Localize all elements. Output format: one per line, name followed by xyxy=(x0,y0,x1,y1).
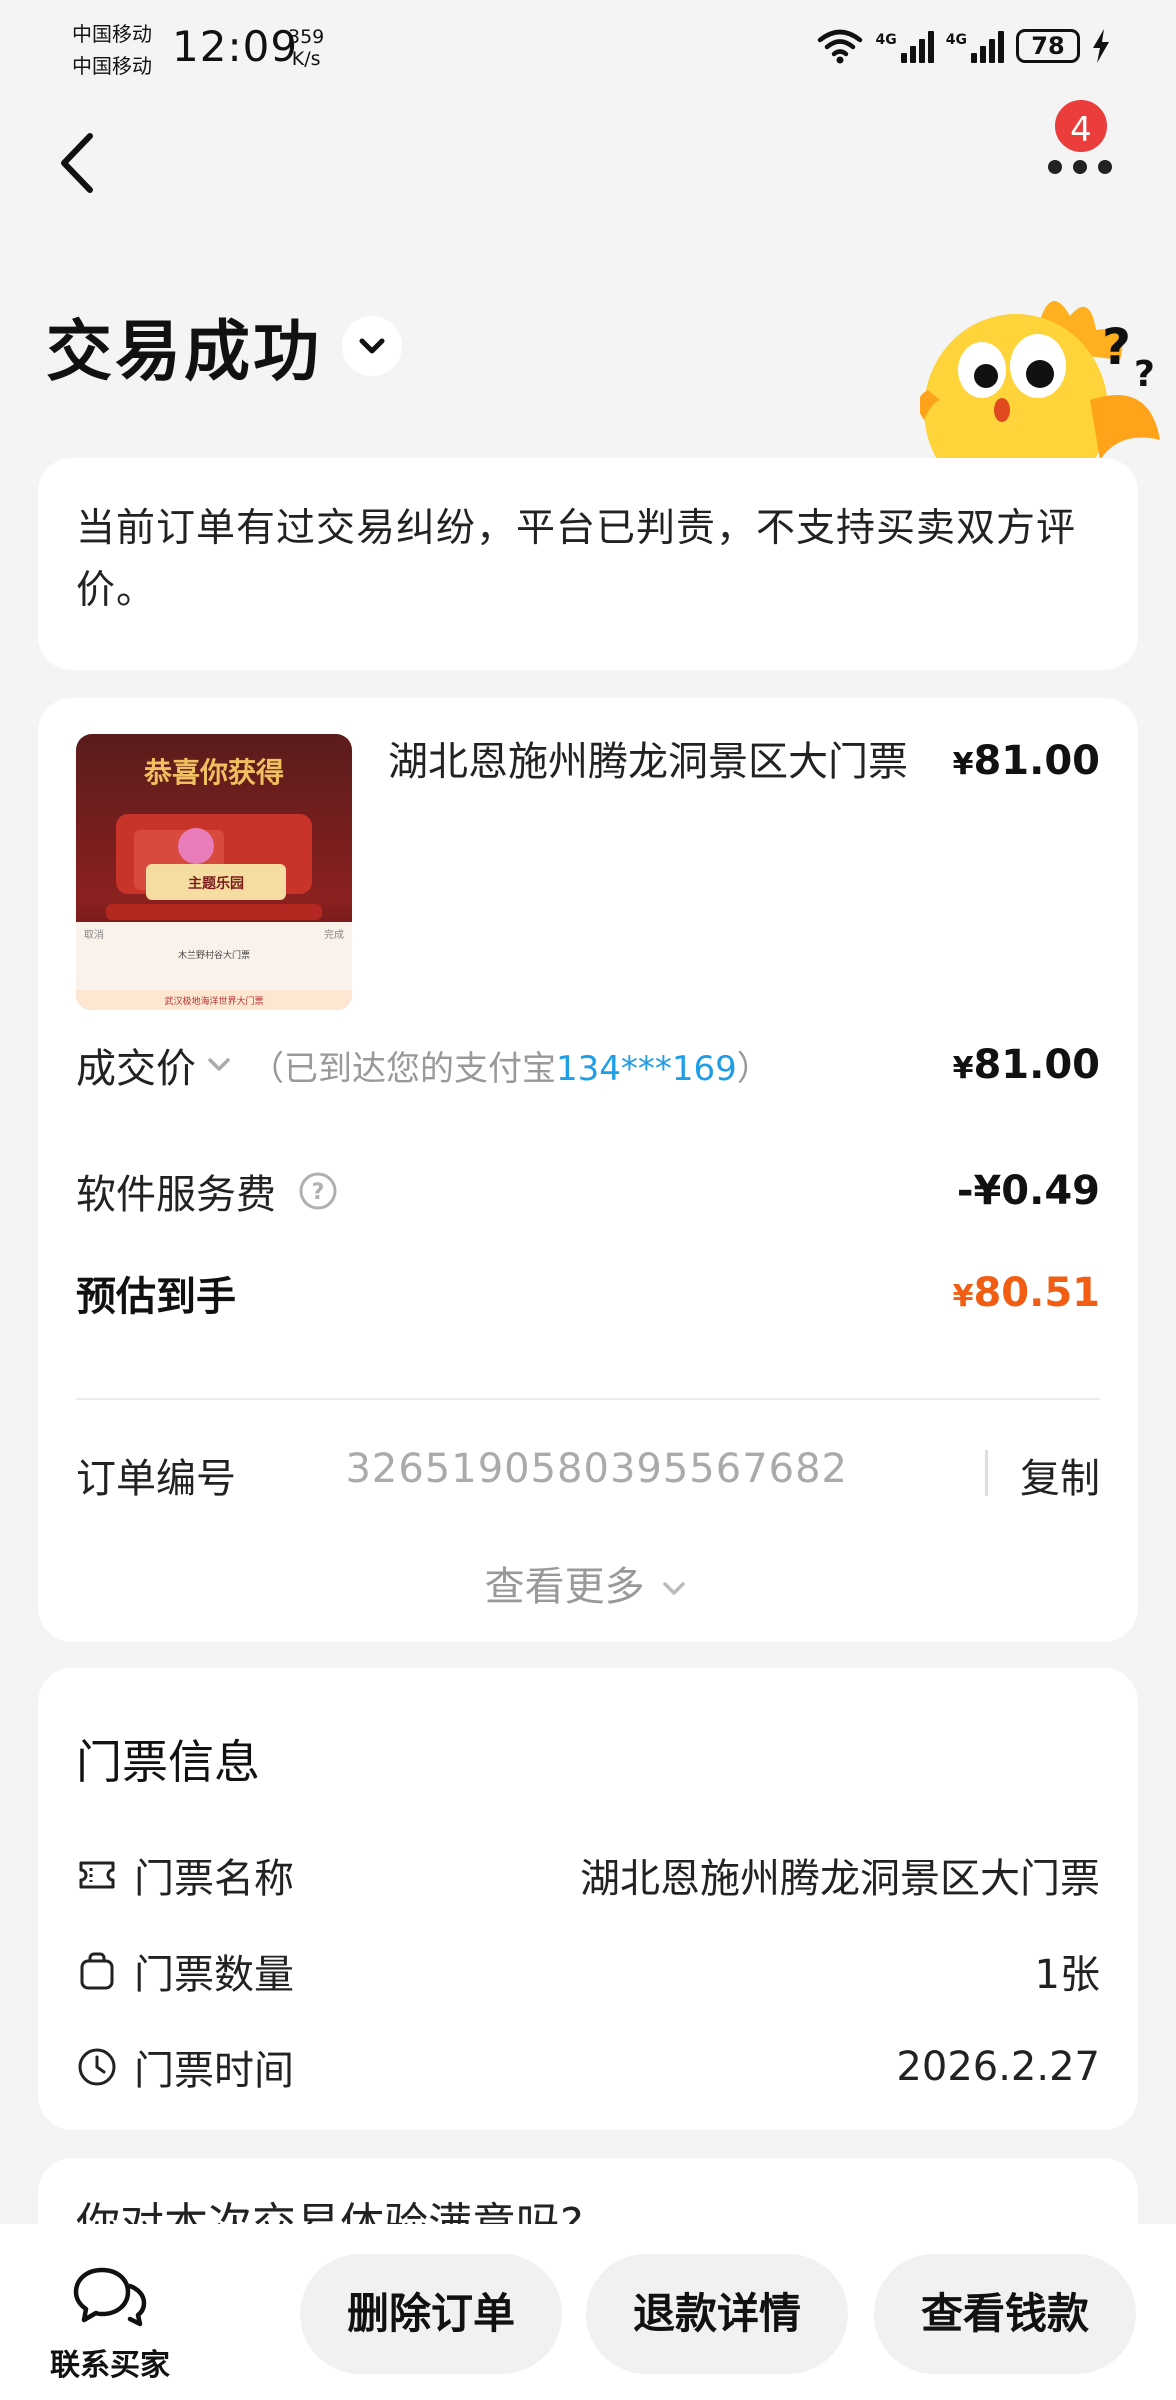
currency-symbol: ¥ xyxy=(952,1051,974,1086)
notification-badge: 4 xyxy=(1051,96,1111,156)
separator xyxy=(985,1450,988,1496)
bag-icon xyxy=(80,1952,114,1990)
ticket-icon xyxy=(79,1861,115,1889)
back-button[interactable] xyxy=(50,128,110,198)
ticket-quantity-label: 门票数量 xyxy=(134,1952,294,1998)
carrier-labels: 中国移动 中国移动 xyxy=(72,18,152,82)
service-fee-amount: -¥0.49 xyxy=(956,1168,1100,1214)
estimated-payout-row: 预估到手 ¥80.51 xyxy=(76,1264,1100,1322)
status-expand-button[interactable] xyxy=(342,316,402,376)
dispute-notice-card: 当前订单有过交易纠纷，平台已判责，不支持买卖双方评价。 xyxy=(38,458,1138,670)
ticket-name-value: 湖北恩施州腾龙洞景区大门票 xyxy=(580,1856,1100,1902)
network-type-1: 4G xyxy=(875,32,897,48)
svg-text:?: ? xyxy=(1134,354,1155,395)
service-fee-label: 软件服务费 xyxy=(76,1172,276,1218)
order-summary-card: 恭喜你获得 主题乐园 取消 完成 木兰野村谷大门票 武汉极地海洋世界大门票 湖北… xyxy=(38,698,1138,1642)
refund-details-button[interactable]: 退款详情 xyxy=(586,2254,848,2374)
payout-hint: （已到达您的支付宝134***169） xyxy=(250,1041,771,1090)
ticket-name-row: 门票名称 湖北恩施州腾龙洞景区大门票 xyxy=(76,1846,1100,1904)
battery-icon: 78 xyxy=(1016,29,1080,63)
dispute-notice-text: 当前订单有过交易纠纷，平台已判责，不支持买卖双方评价。 xyxy=(76,506,1077,613)
alipay-account: 134***169 xyxy=(556,1048,737,1089)
view-more-link[interactable]: 查看更多 xyxy=(38,1554,1138,1612)
bottom-action-bar: 联系买家 删除订单 退款详情 查看钱款 xyxy=(0,2224,1176,2400)
thumbnail-line-2: 武汉极地海洋世界大门票 xyxy=(164,995,263,1007)
speed-value: 359 xyxy=(288,26,325,48)
chevron-down-icon xyxy=(359,338,385,354)
carrier-2: 中国移动 xyxy=(72,54,152,78)
title-row: 交易成功 xyxy=(46,298,402,394)
carrier-1: 中国移动 xyxy=(72,22,152,46)
network-speed: 359 K/s xyxy=(288,26,324,70)
payout-hint-suffix: ） xyxy=(736,1048,771,1089)
ticket-date-row: 门票时间 2026.2.27 xyxy=(76,2038,1100,2096)
item-price: ¥81.00 xyxy=(953,738,1100,784)
delete-order-button[interactable]: 删除订单 xyxy=(300,2254,562,2374)
deal-price-amount: ¥81.00 xyxy=(953,1042,1100,1088)
thumbnail-banner: 恭喜你获得 xyxy=(143,756,284,789)
clock: 12:09 xyxy=(172,22,299,71)
charging-icon xyxy=(1093,29,1109,63)
deal-price-label[interactable]: 成交价 xyxy=(76,1036,196,1094)
clock-icon xyxy=(78,2048,116,2086)
order-detail-page: 中国移动 中国移动 12:09 359 K/s 4G 4G 78 4 交易成功 … xyxy=(0,0,1176,2400)
order-number: 3265190580395567682 xyxy=(345,1446,848,1492)
chevron-left-icon xyxy=(61,133,93,193)
view-more-label: 查看更多 xyxy=(484,1564,645,1610)
ticket-date-value: 2026.2.27 xyxy=(896,2044,1100,2090)
item-thumbnail[interactable]: 恭喜你获得 主题乐园 取消 完成 木兰野村谷大门票 武汉极地海洋世界大门票 xyxy=(76,734,352,1010)
divider xyxy=(76,1398,1100,1400)
ticket-date-label: 门票时间 xyxy=(134,2048,294,2094)
more-dots-icon xyxy=(1048,160,1062,174)
speed-unit: K/s xyxy=(291,48,321,70)
item-price-value: 81.00 xyxy=(973,738,1100,784)
mascot-illustration: ? ? xyxy=(920,300,1160,470)
status-bar: 中国移动 中国移动 12:09 359 K/s 4G 4G 78 xyxy=(0,0,1176,100)
status-icons: 4G 4G 78 xyxy=(816,28,1110,64)
view-payment-button[interactable]: 查看钱款 xyxy=(874,2254,1136,2374)
signal-bars-icon xyxy=(900,29,934,63)
estimated-payout-amount: ¥80.51 xyxy=(953,1270,1100,1316)
thumbnail-line-1: 木兰野村谷大门票 xyxy=(178,949,250,961)
signal-1: 4G xyxy=(876,29,934,63)
estimated-payout-value: 80.51 xyxy=(973,1270,1100,1316)
thumbnail-image: 恭喜你获得 主题乐园 取消 完成 木兰野村谷大门票 武汉极地海洋世界大门票 xyxy=(76,734,352,1010)
question-circle-icon[interactable]: ? xyxy=(298,1171,338,1211)
item-title[interactable]: 湖北恩施州腾龙洞景区大门票 xyxy=(388,734,968,790)
signal-2: 4G xyxy=(946,29,1004,63)
copy-order-number-button[interactable]: 复制 xyxy=(1020,1446,1100,1504)
ticket-quantity-row: 门票数量 1张 xyxy=(76,1942,1100,2000)
deal-price-value: 81.00 xyxy=(973,1042,1100,1088)
network-type-2: 4G xyxy=(945,32,967,48)
order-number-label: 订单编号 xyxy=(76,1456,236,1502)
contact-buyer-button[interactable]: 联系买家 xyxy=(40,2264,180,2384)
chevron-down-icon[interactable] xyxy=(202,1048,236,1082)
svg-text:?: ? xyxy=(1102,318,1131,376)
currency-symbol: ¥ xyxy=(952,1279,974,1314)
contact-buyer-label: 联系买家 xyxy=(50,2348,170,2383)
thumbnail-cancel: 取消 xyxy=(84,928,104,941)
ticket-quantity-value: 1张 xyxy=(1034,1952,1100,1998)
ticket-name-label: 门票名称 xyxy=(134,1856,294,1902)
page-title: 交易成功 xyxy=(46,313,322,390)
wifi-icon xyxy=(817,29,862,64)
ticket-info-title: 门票信息 xyxy=(76,1735,260,1789)
payout-hint-prefix: （已到达您的支付宝 xyxy=(250,1048,556,1089)
deal-price-row: 成交价 （已到达您的支付宝134***169） ¥81.00 xyxy=(76,1036,1100,1094)
svg-text:?: ? xyxy=(312,1180,325,1205)
chat-bubble-icon xyxy=(73,2267,147,2327)
chevron-down-icon xyxy=(663,1582,686,1595)
signal-bars-icon xyxy=(971,29,1004,63)
estimated-payout-label: 预估到手 xyxy=(76,1274,236,1320)
ticket-info-card: 门票信息 门票名称 湖北恩施州腾龙洞景区大门票 门票数量 1张 门票时间 202 xyxy=(38,1668,1138,2130)
thumbnail-tag: 主题乐园 xyxy=(188,875,244,892)
currency-symbol: ¥ xyxy=(952,747,974,782)
thumbnail-done: 完成 xyxy=(324,928,344,941)
service-fee-row: 软件服务费 ? -¥0.49 xyxy=(76,1162,1100,1220)
